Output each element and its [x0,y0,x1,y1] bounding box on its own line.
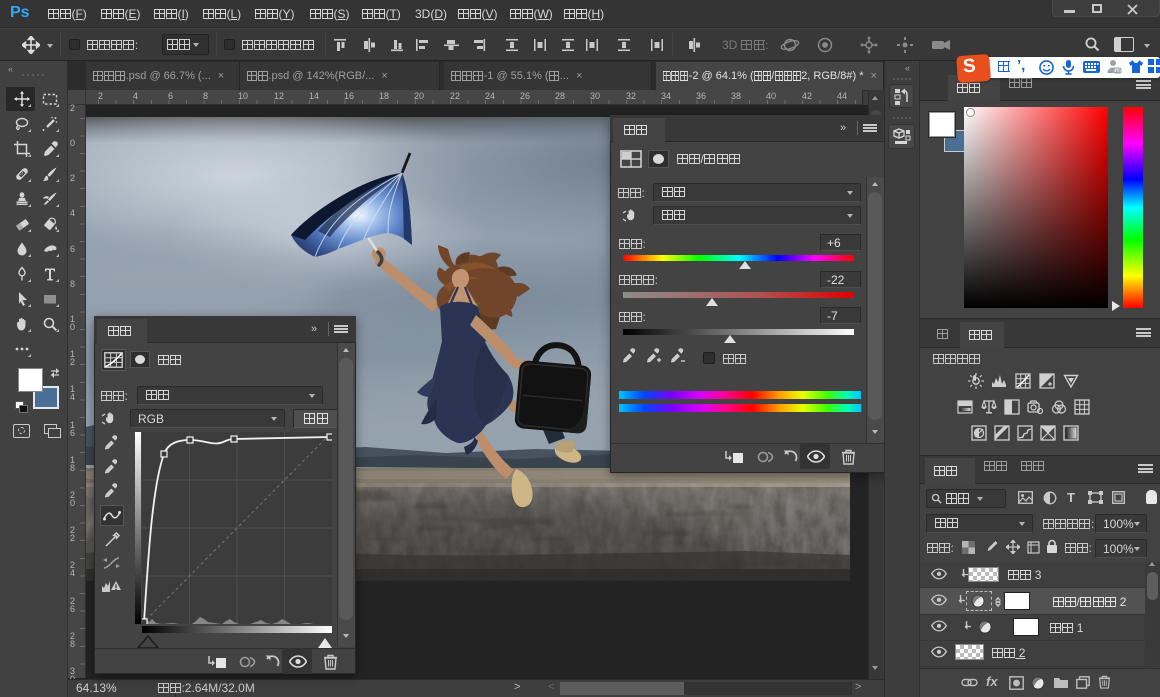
svg-text:10: 10 [1115,68,1121,73]
